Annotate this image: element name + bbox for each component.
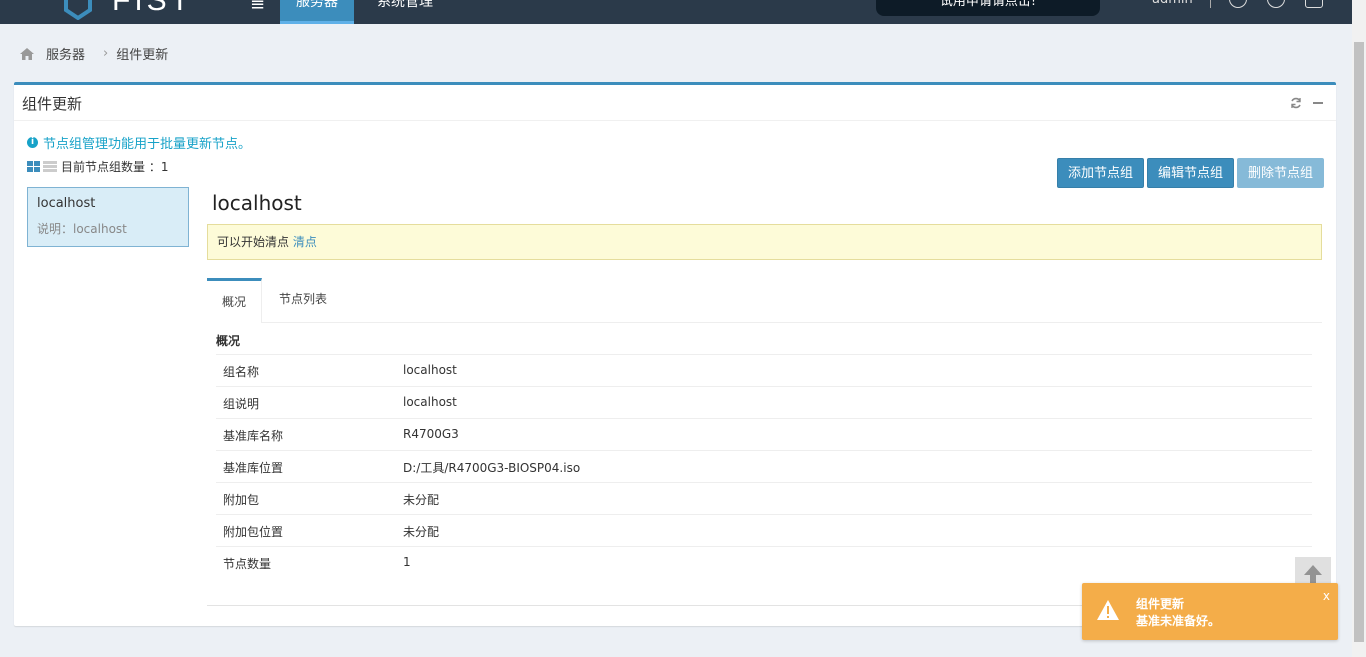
top-navbar: FIST ≡ 服务器 系统管理 试用申请请点击! admin <box>0 0 1352 24</box>
home-icon[interactable] <box>20 47 34 60</box>
grid-view-icon[interactable] <box>27 161 41 172</box>
breadcrumb: 服务器 › 组件更新 <box>20 44 168 63</box>
table-row: 附加包 未分配 <box>216 482 1312 514</box>
logo-icon <box>64 0 92 20</box>
row-value: localhost <box>403 395 457 409</box>
close-icon[interactable]: x <box>1323 589 1330 603</box>
row-value: R4700G3 <box>403 427 459 441</box>
table-row: 组说明 localhost <box>216 386 1312 418</box>
group-count-label: 目前节点组数量 ：1 <box>61 160 169 174</box>
row-label: 基准库位置 <box>223 461 284 475</box>
row-label: 基准库名称 <box>223 429 284 443</box>
table-row: 基准库名称 R4700G3 <box>216 418 1312 450</box>
row-label: 附加包位置 <box>223 525 284 539</box>
nav-servers[interactable]: 服务器 <box>280 0 354 24</box>
logout-icon[interactable] <box>1305 0 1323 8</box>
group-count: 目前节点组数量 ：1 <box>27 158 168 175</box>
add-group-button[interactable]: 添加节点组 <box>1057 158 1145 188</box>
group-detail-title: localhost <box>212 191 302 215</box>
warning-toast: 组件更新 基准未准备好。 x <box>1082 583 1338 640</box>
table-row: 附加包位置 未分配 <box>216 514 1312 546</box>
row-value: D:/工具/R4700G3-BIOSP04.iso <box>403 461 581 475</box>
group-card-description: 说明：localhost <box>37 222 127 236</box>
refresh-icon[interactable] <box>1290 97 1302 109</box>
panel-tools <box>1290 97 1324 109</box>
alert-text: 可以开始清点 <box>217 235 290 249</box>
row-value: localhost <box>403 363 457 377</box>
scrollbar-thumb[interactable] <box>1354 42 1364 642</box>
promo-banner[interactable]: 试用申请请点击! <box>876 0 1100 16</box>
menu-icon[interactable]: ≡ <box>250 0 268 14</box>
detail-tabs: 概况 节点列表 <box>207 278 1322 323</box>
toast-message: 基准未准备好。 <box>1136 614 1221 628</box>
nav-system-management[interactable]: 系统管理 <box>361 0 449 24</box>
toast-title: 组件更新 <box>1136 597 1185 611</box>
user-name[interactable]: admin <box>1152 0 1193 7</box>
table-row: 组名称 localhost <box>216 354 1312 386</box>
row-label: 节点数量 <box>223 557 272 571</box>
panel-title: 组件更新 <box>22 95 83 113</box>
page-scrollbar[interactable] <box>1352 0 1366 657</box>
info-icon: i <box>27 137 38 148</box>
tab-overview[interactable]: 概况 <box>207 278 263 323</box>
navbar-divider <box>1210 0 1211 8</box>
row-value: 未分配 <box>403 493 440 507</box>
settings-icon[interactable] <box>1229 0 1247 8</box>
row-label: 附加包 <box>223 493 260 507</box>
logo-text: FIST <box>112 0 193 17</box>
info-text: 节点组管理功能用于批量更新节点。 <box>43 137 252 152</box>
table-row: 节点数量 1 <box>216 546 1312 578</box>
component-update-panel: 组件更新 i 节点组管理功能用于批量更新节点。 目前节点组数量 ：1 添加节点组… <box>14 82 1336 626</box>
inventory-link[interactable]: 清点 <box>293 235 317 249</box>
overview-section-title: 概况 <box>216 334 241 348</box>
row-label: 组名称 <box>223 365 260 379</box>
row-value: 1 <box>403 555 411 569</box>
group-card-name: localhost <box>37 196 96 211</box>
list-view-icon[interactable] <box>43 161 57 172</box>
table-row: 基准库位置 D:/工具/R4700G3-BIOSP04.iso <box>216 450 1312 482</box>
chevron-right-icon: › <box>103 46 109 61</box>
warning-icon <box>1097 600 1119 620</box>
breadcrumb-current: 组件更新 <box>116 48 169 63</box>
row-value: 未分配 <box>403 525 440 539</box>
help-icon[interactable] <box>1267 0 1285 8</box>
tab-node-list[interactable]: 节点列表 <box>264 278 342 323</box>
group-card-localhost[interactable]: localhost 说明：localhost <box>27 187 189 247</box>
info-message: i 节点组管理功能用于批量更新节点。 <box>27 133 251 152</box>
delete-group-button[interactable]: 删除节点组 <box>1237 158 1325 188</box>
row-label: 组说明 <box>223 397 260 411</box>
collapse-icon[interactable] <box>1312 97 1324 109</box>
inventory-alert: 可以开始清点 清点 <box>207 224 1322 260</box>
edit-group-button[interactable]: 编辑节点组 <box>1147 158 1235 188</box>
panel-header: 组件更新 <box>14 85 1336 121</box>
breadcrumb-servers[interactable]: 服务器 <box>46 44 85 63</box>
